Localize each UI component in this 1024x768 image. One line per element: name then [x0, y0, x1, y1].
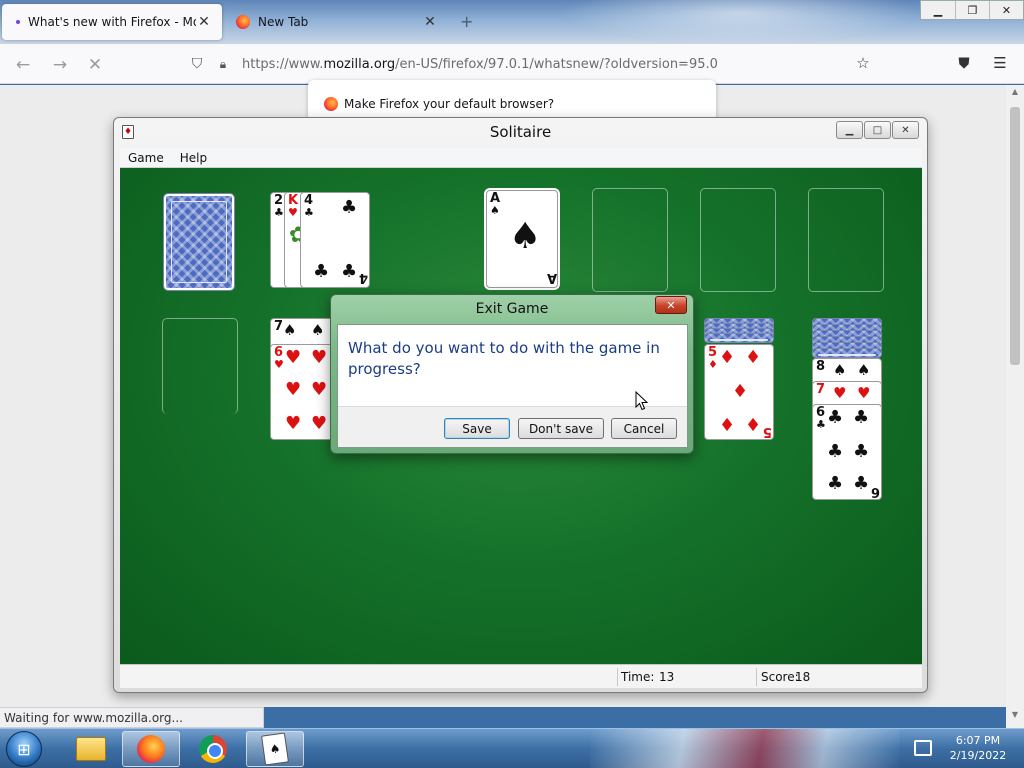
tab-title: New Tab	[258, 15, 309, 29]
close-window-icon[interactable]: ✕	[989, 1, 1023, 19]
tableau-card-6-clubs[interactable]: 6 ♣ ♣ ♣ ♣ ♣ ♣ ♣ 6	[812, 404, 882, 500]
time-value: 13	[659, 670, 675, 684]
lock-icon[interactable]: 🔒︎	[212, 57, 234, 72]
solitaire-status-bar: Time: 13 Score: 18	[120, 664, 922, 688]
scroll-up-icon[interactable]: ▲	[1006, 87, 1024, 103]
firefox-icon	[137, 735, 165, 763]
solitaire-title: Solitaire	[489, 123, 552, 141]
dialog-message: What do you want to do with the game in …	[348, 339, 660, 378]
restore-icon[interactable]: ❐	[955, 1, 989, 19]
new-tab-plus-icon[interactable]: +	[460, 12, 473, 31]
dialog-body: What do you want to do with the game in …	[337, 324, 688, 448]
tray-clock[interactable]: 6:07 PM 2/19/2022	[938, 733, 1018, 763]
menu-game[interactable]: Game	[120, 151, 172, 165]
close-icon[interactable]: ✕	[655, 296, 687, 314]
tableau-card-5-diamonds[interactable]: 5 ♦ ♦ ♦ ♦ ♦ ♦ 5	[704, 344, 774, 440]
save-button[interactable]: Save	[444, 418, 510, 439]
solitaire-card-icon: ♠	[261, 732, 289, 766]
scroll-down-icon[interactable]: ▼	[1006, 710, 1024, 726]
minimize-icon[interactable]: ▁	[836, 121, 863, 139]
firefox-icon	[324, 97, 338, 111]
forward-arrow-icon[interactable]: →	[49, 54, 71, 76]
network-icon[interactable]	[914, 740, 932, 756]
browser-window-controls: ▁ ❐ ✕	[920, 0, 1024, 20]
exit-game-dialog: Exit Game ✕ What do you want to do with …	[330, 294, 694, 454]
dont-save-button[interactable]: Don't save	[518, 418, 604, 439]
folder-icon	[76, 737, 106, 761]
status-divider	[756, 668, 757, 686]
back-arrow-icon[interactable]: ←	[12, 54, 34, 76]
time-label: Time:	[621, 670, 655, 684]
close-icon[interactable]: ✕	[422, 14, 438, 30]
foundation-ace-spades[interactable]: A ♠ ♠ A	[486, 190, 558, 288]
cancel-button[interactable]: Cancel	[611, 418, 677, 439]
windows-logo-icon: ⊞	[17, 739, 31, 759]
taskbar-explorer[interactable]	[62, 731, 120, 767]
solitaire-titlebar[interactable]: ♦ Solitaire ▁ □ ✕	[114, 118, 927, 147]
close-icon[interactable]: ✕	[892, 121, 919, 139]
waste-card-4-clubs[interactable]: 4 ♣ ♣ ♣ ♣ 4	[300, 192, 370, 288]
maximize-icon[interactable]: □	[864, 121, 891, 139]
scroll-thumb[interactable]	[1010, 107, 1020, 365]
clock-date: 2/19/2022	[949, 749, 1007, 762]
score-value: 18	[795, 670, 811, 684]
browser-status-text: Waiting for www.mozilla.org...	[0, 707, 264, 728]
tab-whats-new[interactable]: What's new with Firefox - More ✕	[2, 4, 222, 40]
taskbar: ⊞ ♠ 6:07 PM 2/19/2022	[0, 728, 1024, 768]
solitaire-window-controls: ▁ □ ✕	[835, 121, 919, 139]
firefox-icon	[236, 15, 250, 29]
solitaire-menu-bar: Game Help	[120, 148, 922, 168]
start-button[interactable]: ⊞	[6, 731, 42, 767]
tab-new-tab[interactable]: New Tab ✕	[226, 4, 448, 40]
dialog-title: Exit Game	[475, 301, 549, 317]
stop-icon[interactable]: ✕	[84, 54, 106, 76]
tracking-shield-icon[interactable]: ⛉	[186, 56, 208, 72]
minimize-icon[interactable]: ▁	[921, 1, 955, 19]
clock-time: 6:07 PM	[955, 734, 1001, 747]
foundation-slot[interactable]	[700, 188, 776, 292]
menu-help[interactable]: Help	[172, 151, 215, 165]
taskbar-chrome[interactable]	[184, 731, 242, 767]
url-text[interactable]: https://www.mozilla.org/en-US/firefox/97…	[242, 57, 718, 72]
pocket-icon[interactable]: ⛊	[953, 54, 975, 76]
browser-tab-strip: What's new with Firefox - More ✕ New Tab…	[0, 0, 1024, 44]
hamburger-menu-icon[interactable]: ☰	[989, 54, 1011, 76]
face-down-card	[812, 348, 882, 358]
star-icon[interactable]: ☆	[852, 54, 874, 76]
address-bar[interactable]: ⛉ 🔒︎ https://www.mozilla.org/en-US/firef…	[180, 49, 880, 79]
browser-nav-bar: ← → ✕ ⛉ 🔒︎ https://www.mozilla.org/en-US…	[0, 44, 1024, 84]
default-browser-message: Make Firefox your default browser?	[344, 97, 555, 111]
page-scrollbar[interactable]: ▲ ▼	[1006, 85, 1024, 728]
taskbar-solitaire[interactable]: ♠	[246, 731, 304, 767]
tab-title: What's new with Firefox - More	[28, 15, 196, 29]
foundation-slot[interactable]	[808, 188, 884, 292]
stock-pile[interactable]	[163, 193, 235, 291]
close-icon[interactable]: ✕	[196, 14, 212, 30]
taskbar-firefox[interactable]	[122, 731, 180, 767]
status-divider	[617, 668, 618, 686]
tableau-empty-slot[interactable]	[162, 318, 238, 414]
loading-dot-icon	[16, 20, 20, 24]
chrome-icon	[199, 735, 227, 763]
foundation-slot[interactable]	[592, 188, 668, 292]
face-down-card	[704, 333, 774, 343]
score-label: Score:	[761, 670, 799, 684]
